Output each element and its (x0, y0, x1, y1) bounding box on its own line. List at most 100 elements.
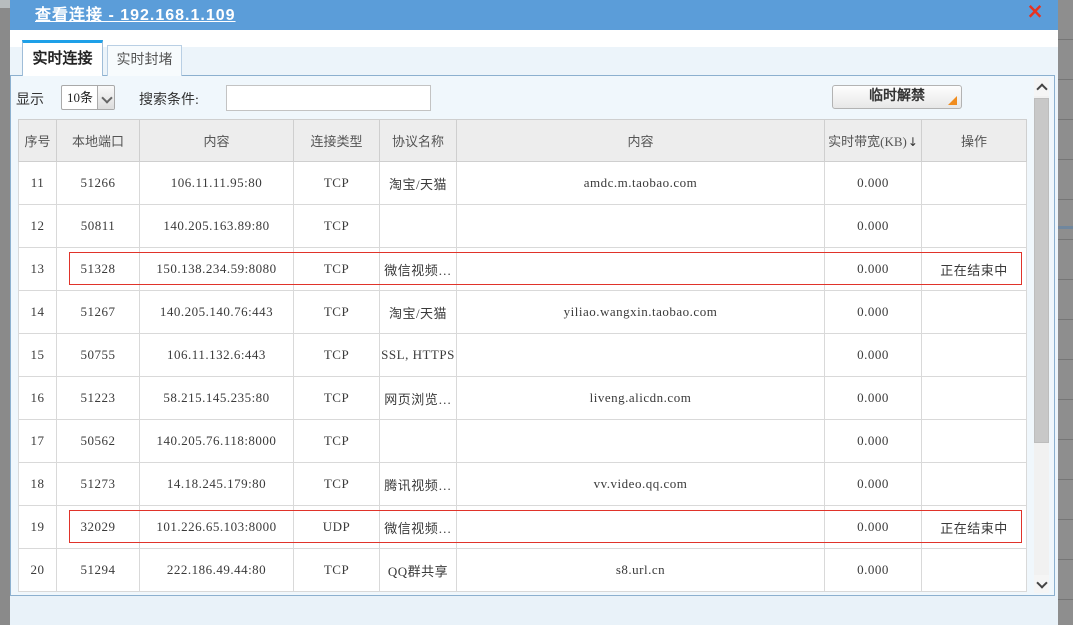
cell-content: 140.205.76.118:8000 (140, 420, 294, 463)
cell-content: 106.11.11.95:80 (140, 162, 294, 205)
background-page-right (1058, 0, 1073, 625)
tab-realtime-blocking[interactable]: 实时封堵 (107, 45, 182, 76)
cell-bandwidth: 0.000 (825, 334, 922, 377)
dialog-body: 实时连接 实时封堵 显示 10条 搜索条件: 临时解禁 (10, 30, 1058, 625)
table-row[interactable]: 15 50755 106.11.132.6:443 TCP SSL, HTTPS… (19, 334, 1027, 377)
cell-action: 正在结束中 (922, 506, 1027, 549)
table-row[interactable]: 17 50562 140.205.76.118:8000 TCP 0.000 (19, 420, 1027, 463)
cell-conn-type: UDP (294, 506, 380, 549)
cell-conn-type: TCP (294, 377, 380, 420)
cell-bandwidth: 0.000 (825, 377, 922, 420)
temporary-unblock-label: 临时解禁 (869, 89, 925, 104)
cell-no: 16 (19, 377, 57, 420)
vertical-scrollbar[interactable] (1034, 78, 1049, 593)
cell-local-port: 50811 (57, 205, 140, 248)
search-input[interactable] (226, 85, 431, 111)
sort-desc-icon: ↓ (908, 135, 918, 149)
cell-protocol: 淘宝/天猫 (380, 291, 457, 334)
close-icon[interactable]: × (1026, 0, 1044, 22)
scroll-up-icon[interactable] (1034, 78, 1049, 96)
background-page-left (0, 0, 10, 625)
cell-protocol: QQ群共享 (380, 549, 457, 592)
table-row[interactable]: 19 32029 101.226.65.103:8000 UDP 微信视频… 0… (19, 506, 1027, 549)
table-row[interactable]: 12 50811 140.205.163.89:80 TCP 0.000 (19, 205, 1027, 248)
cell-bandwidth: 0.000 (825, 291, 922, 334)
cell-bandwidth: 0.000 (825, 248, 922, 291)
header-content2: 内容 (457, 120, 825, 162)
cell-content: 140.205.163.89:80 (140, 205, 294, 248)
cell-action (922, 463, 1027, 506)
connections-table-wrap: 序号 本地端口 内容 连接类型 协议名称 内容 实时带宽(KB)↓ 操作 11 … (18, 119, 1026, 592)
cell-action: 正在结束中 (922, 248, 1027, 291)
cell-local-port: 51266 (57, 162, 140, 205)
cell-conn-type: TCP (294, 248, 380, 291)
scrollbar-thumb[interactable] (1034, 98, 1049, 443)
view-connections-dialog: 查看连接 - 192.168.1.109 × 实时连接 实时封堵 显示 10条 … (10, 0, 1058, 625)
page-size-value: 10条 (62, 86, 98, 109)
dialog-titlebar: 查看连接 - 192.168.1.109 × (10, 0, 1058, 30)
cell-protocol: 微信视频… (380, 506, 457, 549)
cell-bandwidth: 0.000 (825, 463, 922, 506)
connections-table: 序号 本地端口 内容 连接类型 协议名称 内容 实时带宽(KB)↓ 操作 11 … (18, 119, 1027, 592)
cell-content2: s8.url.cn (457, 549, 825, 592)
cell-local-port: 32029 (57, 506, 140, 549)
tab-realtime-connections[interactable]: 实时连接 (22, 40, 103, 76)
cell-local-port: 51328 (57, 248, 140, 291)
cell-local-port: 50755 (57, 334, 140, 377)
header-no: 序号 (19, 120, 57, 162)
cell-local-port: 51273 (57, 463, 140, 506)
cell-bandwidth: 0.000 (825, 506, 922, 549)
table-row[interactable]: 13 51328 150.138.234.59:8080 TCP 微信视频… 0… (19, 248, 1027, 291)
cell-action (922, 420, 1027, 463)
cell-action (922, 549, 1027, 592)
table-row[interactable]: 11 51266 106.11.11.95:80 TCP 淘宝/天猫 amdc.… (19, 162, 1027, 205)
cell-bandwidth: 0.000 (825, 549, 922, 592)
cell-conn-type: TCP (294, 205, 380, 248)
cell-no: 14 (19, 291, 57, 334)
cell-bandwidth: 0.000 (825, 162, 922, 205)
cell-content2 (457, 506, 825, 549)
cell-no: 17 (19, 420, 57, 463)
cell-no: 19 (19, 506, 57, 549)
table-row[interactable]: 20 51294 222.186.49.44:80 TCP QQ群共享 s8.u… (19, 549, 1027, 592)
header-protocol: 协议名称 (380, 120, 457, 162)
cell-action (922, 377, 1027, 420)
header-content: 内容 (140, 120, 294, 162)
cell-content2: amdc.m.taobao.com (457, 162, 825, 205)
search-label: 搜索条件: (139, 89, 199, 109)
cell-content: 140.205.140.76:443 (140, 291, 294, 334)
header-bandwidth[interactable]: 实时带宽(KB)↓ (825, 120, 922, 162)
table-row[interactable]: 14 51267 140.205.140.76:443 TCP 淘宝/天猫 yi… (19, 291, 1027, 334)
cell-protocol: 淘宝/天猫 (380, 162, 457, 205)
cell-local-port: 50562 (57, 420, 140, 463)
cell-protocol (380, 205, 457, 248)
cell-conn-type: TCP (294, 334, 380, 377)
cell-protocol: 腾讯视频… (380, 463, 457, 506)
cell-local-port: 51294 (57, 549, 140, 592)
temporary-unblock-button[interactable]: 临时解禁 (832, 85, 962, 109)
cell-no: 20 (19, 549, 57, 592)
cell-protocol: 微信视频… (380, 248, 457, 291)
cell-content: 58.215.145.235:80 (140, 377, 294, 420)
toolbar: 显示 10条 搜索条件: 临时解禁 (11, 76, 1054, 119)
header-action: 操作 (922, 120, 1027, 162)
chevron-down-icon[interactable] (97, 86, 114, 109)
cell-protocol (380, 420, 457, 463)
table-row[interactable]: 18 51273 14.18.245.179:80 TCP 腾讯视频… vv.v… (19, 463, 1027, 506)
cell-protocol: SSL, HTTPS (380, 334, 457, 377)
page-size-select[interactable]: 10条 (61, 85, 115, 110)
table-row[interactable]: 16 51223 58.215.145.235:80 TCP 网页浏览… liv… (19, 377, 1027, 420)
cell-content2 (457, 334, 825, 377)
cell-content: 150.138.234.59:8080 (140, 248, 294, 291)
cell-bandwidth: 0.000 (825, 420, 922, 463)
display-label: 显示 (16, 89, 44, 109)
cell-local-port: 51223 (57, 377, 140, 420)
cell-conn-type: TCP (294, 291, 380, 334)
cell-no: 13 (19, 248, 57, 291)
cell-content: 222.186.49.44:80 (140, 549, 294, 592)
scroll-down-icon[interactable] (1034, 575, 1049, 593)
header-conn-type: 连接类型 (294, 120, 380, 162)
connections-panel: 显示 10条 搜索条件: 临时解禁 (10, 75, 1055, 596)
cell-content2: vv.video.qq.com (457, 463, 825, 506)
cell-content2: yiliao.wangxin.taobao.com (457, 291, 825, 334)
